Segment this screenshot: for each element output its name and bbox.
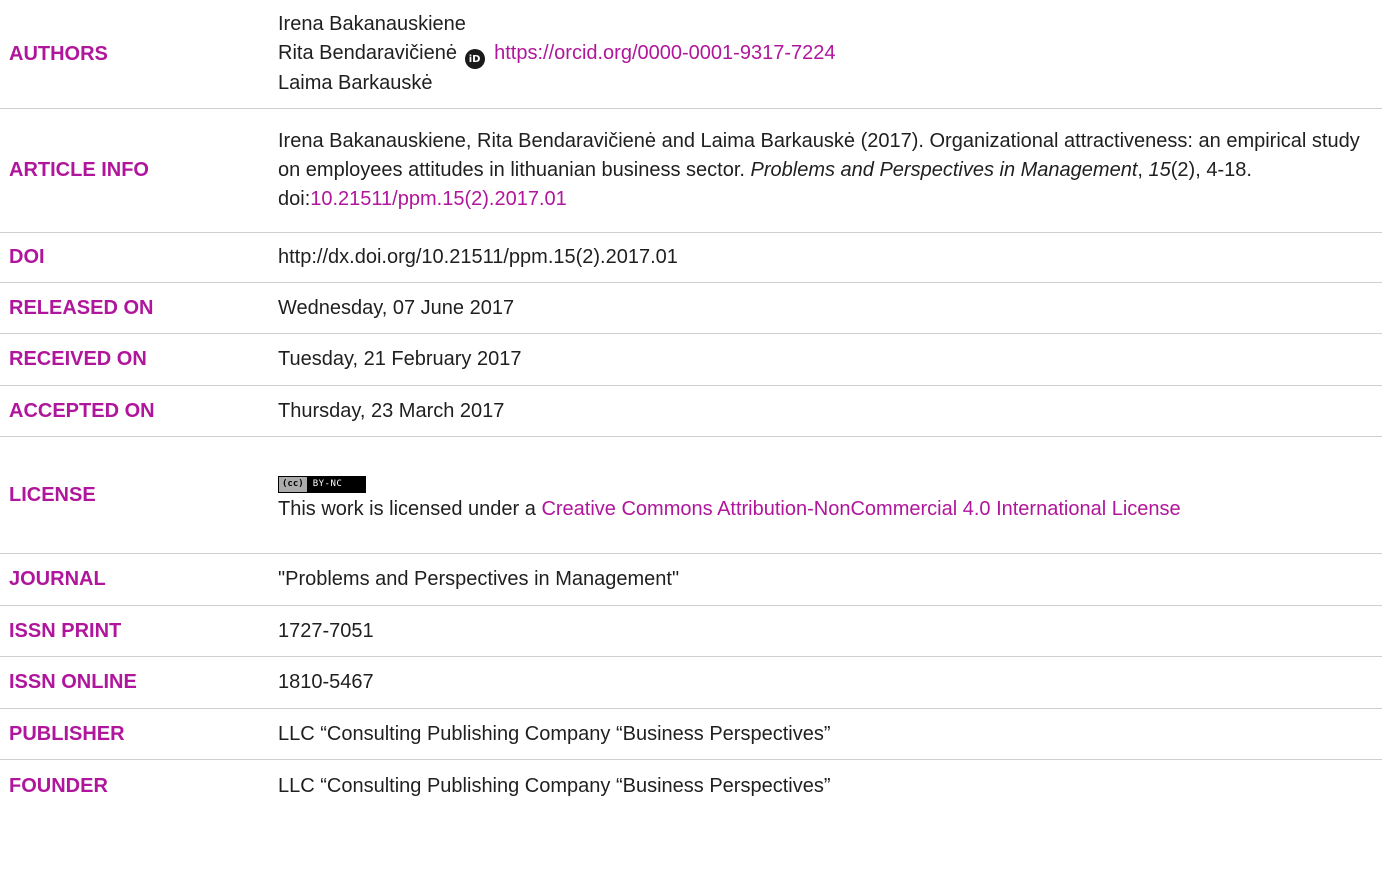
accepted-on-label: ACCEPTED ON bbox=[9, 399, 155, 422]
cc-license-badge[interactable]: (cc) BY-NC bbox=[278, 466, 1374, 495]
issn-print-label: ISSN PRINT bbox=[9, 619, 122, 642]
row-founder: FOUNDER LLC “Consulting Publishing Compa… bbox=[0, 760, 1382, 812]
row-license: LICENSE (cc) BY-NC This work is licensed… bbox=[0, 437, 1382, 554]
row-released-on: RELEASED ON Wednesday, 07 June 2017 bbox=[0, 283, 1382, 334]
license-value: (cc) BY-NC This work is licensed under a… bbox=[278, 437, 1382, 553]
released-on-value: Wednesday, 07 June 2017 bbox=[278, 296, 515, 319]
row-doi: DOI http://dx.doi.org/10.21511/ppm.15(2)… bbox=[0, 233, 1382, 283]
row-publisher: PUBLISHER LLC “Consulting Publishing Com… bbox=[0, 709, 1382, 760]
authors-label: AUTHORS bbox=[9, 42, 108, 65]
author-name-with-orcid: Rita Bendaravičienė iD https://orcid.org… bbox=[278, 39, 1374, 70]
row-issn-print: ISSN PRINT 1727-7051 bbox=[0, 606, 1382, 657]
citation-doi-link[interactable]: 10.21511/ppm.15(2).2017.01 bbox=[310, 188, 567, 210]
founder-value: LLC “Consulting Publishing Company “Busi… bbox=[278, 774, 831, 797]
article-info-label: ARTICLE INFO bbox=[9, 159, 149, 181]
cc-by-nc-icon[interactable]: (cc) BY-NC bbox=[278, 476, 366, 493]
publisher-value: LLC “Consulting Publishing Company “Busi… bbox=[278, 722, 831, 745]
orcid-link[interactable]: https://orcid.org/0000-0001-9317-7224 bbox=[494, 42, 835, 64]
author-name: Rita Bendaravičienė bbox=[278, 41, 457, 64]
license-prefix: This work is licensed under a bbox=[278, 498, 542, 520]
publisher-label: PUBLISHER bbox=[9, 722, 125, 745]
issn-print-value: 1727-7051 bbox=[278, 619, 374, 642]
license-text: This work is licensed under a Creative C… bbox=[278, 495, 1374, 524]
issn-online-value: 1810-5467 bbox=[278, 671, 374, 693]
row-authors: AUTHORS Irena Bakanauskiene Rita Bendara… bbox=[0, 0, 1382, 109]
citation-volume: 15 bbox=[1148, 159, 1171, 181]
issn-online-label: ISSN ONLINE bbox=[9, 671, 137, 693]
row-article-info: ARTICLE INFO Irena Bakanauskiene, Rita B… bbox=[0, 109, 1382, 233]
accepted-on-value: Thursday, 23 March 2017 bbox=[278, 399, 505, 422]
author-name: Laima Barkauskė bbox=[278, 72, 433, 95]
received-on-label: RECEIVED ON bbox=[9, 348, 147, 370]
doi-value: http://dx.doi.org/10.21511/ppm.15(2).201… bbox=[278, 246, 678, 268]
row-journal: JOURNAL "Problems and Perspectives in Ma… bbox=[0, 554, 1382, 606]
row-accepted-on: ACCEPTED ON Thursday, 23 March 2017 bbox=[0, 386, 1382, 437]
article-metadata-table: AUTHORS Irena Bakanauskiene Rita Bendara… bbox=[0, 0, 1382, 812]
released-on-label: RELEASED ON bbox=[9, 296, 154, 319]
received-on-value: Tuesday, 21 February 2017 bbox=[278, 348, 522, 370]
authors-value: Irena Bakanauskiene Rita Bendaravičienė … bbox=[278, 0, 1382, 108]
citation-comma: , bbox=[1137, 159, 1149, 181]
license-label: LICENSE bbox=[9, 483, 96, 506]
cc-badge-mark: (cc) bbox=[279, 477, 308, 492]
founder-label: FOUNDER bbox=[9, 774, 108, 797]
row-issn-online: ISSN ONLINE 1810-5467 bbox=[0, 657, 1382, 709]
citation-text: Irena Bakanauskiene, Rita Bendaravičienė… bbox=[278, 127, 1374, 214]
journal-label: JOURNAL bbox=[9, 568, 106, 590]
row-received-on: RECEIVED ON Tuesday, 21 February 2017 bbox=[0, 334, 1382, 386]
journal-value: "Problems and Perspectives in Management… bbox=[278, 568, 680, 590]
article-info-value: Irena Bakanauskiene, Rita Bendaravičienė… bbox=[278, 109, 1382, 232]
author-name: Irena Bakanauskiene bbox=[278, 12, 466, 35]
license-link[interactable]: Creative Commons Attribution-NonCommerci… bbox=[541, 498, 1180, 520]
doi-label: DOI bbox=[9, 246, 45, 268]
orcid-icon: iD bbox=[464, 49, 485, 70]
citation-journal: Problems and Perspectives in Management bbox=[750, 159, 1138, 181]
